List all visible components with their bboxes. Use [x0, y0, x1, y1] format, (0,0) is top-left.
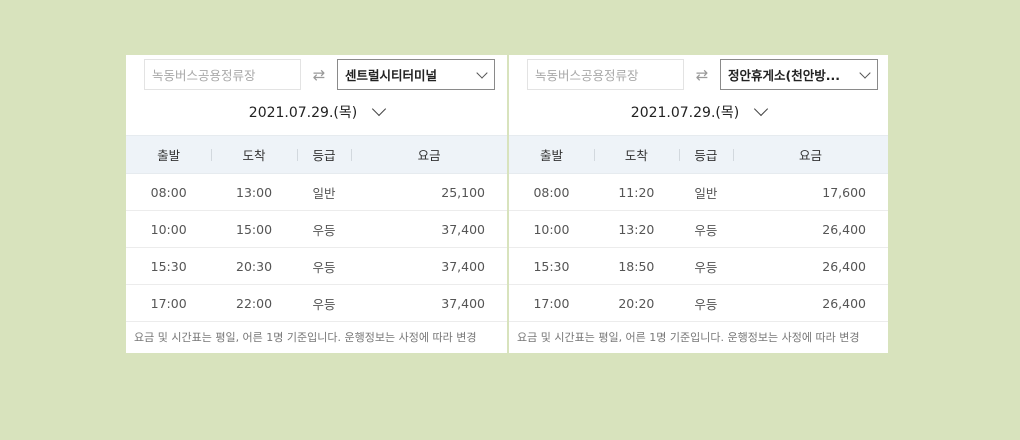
destination-select[interactable]: 정안휴게소(천안방...	[720, 59, 878, 90]
schedule-table: 출발 도착 등급 요금 08:00 13:00 일반 25,100 10:00 …	[126, 135, 507, 322]
chevron-down-icon	[372, 101, 387, 117]
departure-time: 08:00	[150, 184, 187, 200]
bus-grade: 일반	[312, 185, 336, 201]
bus-grade: 우등	[312, 259, 336, 275]
arrival-time: 18:50	[618, 258, 655, 274]
col-grade: 등급	[296, 135, 352, 174]
table-row: 10:00 13:20 우등 26,400	[509, 211, 888, 248]
fare: 25,100	[441, 184, 485, 200]
chevron-down-icon	[476, 66, 488, 79]
arrival-time: 22:00	[236, 295, 273, 311]
arrival-time: 15:00	[236, 221, 273, 237]
fare: 37,400	[441, 295, 485, 311]
fare: 26,400	[822, 258, 866, 274]
departure-field[interactable]: 녹동버스공용정류장	[527, 59, 684, 90]
route-selector: 녹동버스공용정류장 ⇄ 센트럴시티터미널	[144, 59, 495, 90]
destination-value: 정안휴게소(천안방...	[728, 68, 840, 83]
schedule-panel-1: 녹동버스공용정류장 ⇄ 센트럴시티터미널 2021.07.29.(목) 출발 도…	[126, 55, 507, 353]
bus-grade: 우등	[312, 222, 336, 238]
col-fare: 요금	[733, 135, 888, 174]
date-label: 2021.07.29.(목)	[630, 105, 740, 121]
bus-grade: 우등	[312, 296, 336, 312]
date-selector[interactable]: 2021.07.29.(목)	[126, 101, 507, 122]
route-selector: 녹동버스공용정류장 ⇄ 정안휴게소(천안방...	[527, 59, 878, 90]
fare: 37,400	[441, 258, 485, 274]
arrival-time: 20:30	[236, 258, 273, 274]
table-header-row: 출발 도착 등급 요금	[509, 135, 888, 174]
departure-time: 10:00	[150, 221, 187, 237]
departure-field[interactable]: 녹동버스공용정류장	[144, 59, 301, 90]
col-arrival: 도착	[211, 135, 297, 174]
schedule-note: 요금 및 시간표는 평일, 어른 1명 기준입니다. 운행정보는 사정에 따라 …	[517, 331, 860, 344]
col-fare: 요금	[351, 135, 507, 174]
arrival-time: 20:20	[618, 295, 655, 311]
col-departure: 출발	[509, 135, 594, 174]
table-row: 15:30 18:50 우등 26,400	[509, 248, 888, 285]
bus-grade: 우등	[694, 259, 718, 275]
departure-time: 08:00	[533, 184, 570, 200]
arrival-time: 13:00	[236, 184, 273, 200]
departure-time: 17:00	[533, 295, 570, 311]
table-row: 08:00 11:20 일반 17,600	[509, 174, 888, 211]
table-row: 10:00 15:00 우등 37,400	[126, 211, 507, 248]
chevron-down-icon	[859, 66, 871, 79]
col-arrival: 도착	[593, 135, 679, 174]
bus-grade: 우등	[694, 222, 718, 238]
col-grade: 등급	[678, 135, 734, 174]
departure-time: 10:00	[533, 221, 570, 237]
date-selector[interactable]: 2021.07.29.(목)	[509, 101, 888, 122]
schedule-panel-2: 녹동버스공용정류장 ⇄ 정안휴게소(천안방... 2021.07.29.(목) …	[507, 55, 888, 353]
departure-time: 15:30	[533, 258, 570, 274]
schedule-note: 요금 및 시간표는 평일, 어른 1명 기준입니다. 운행정보는 사정에 따라 …	[134, 331, 477, 344]
chevron-down-icon	[754, 101, 769, 117]
swap-arrows-icon[interactable]: ⇄	[301, 59, 337, 90]
departure-time: 15:30	[150, 258, 187, 274]
bus-grade: 우등	[694, 296, 718, 312]
fare: 37,400	[441, 221, 485, 237]
fare: 26,400	[822, 221, 866, 237]
fare: 26,400	[822, 295, 866, 311]
fare: 17,600	[822, 184, 866, 200]
table-header-row: 출발 도착 등급 요금	[126, 135, 507, 174]
date-label: 2021.07.29.(목)	[248, 105, 358, 121]
table-row: 17:00 22:00 우등 37,400	[126, 285, 507, 322]
col-departure: 출발	[126, 135, 212, 174]
arrival-time: 11:20	[618, 184, 655, 200]
bus-grade: 일반	[694, 185, 718, 201]
departure-time: 17:00	[150, 295, 187, 311]
destination-select[interactable]: 센트럴시티터미널	[337, 59, 495, 90]
table-row: 15:30 20:30 우등 37,400	[126, 248, 507, 285]
table-row: 08:00 13:00 일반 25,100	[126, 174, 507, 211]
arrival-time: 13:20	[618, 221, 655, 237]
swap-arrows-icon[interactable]: ⇄	[684, 59, 720, 90]
destination-value: 센트럴시티터미널	[345, 68, 438, 83]
schedule-table: 출발 도착 등급 요금 08:00 11:20 일반 17,600 10:00 …	[509, 135, 888, 322]
table-row: 17:00 20:20 우등 26,400	[509, 285, 888, 322]
bus-schedule-container: 녹동버스공용정류장 ⇄ 센트럴시티터미널 2021.07.29.(목) 출발 도…	[126, 55, 888, 353]
